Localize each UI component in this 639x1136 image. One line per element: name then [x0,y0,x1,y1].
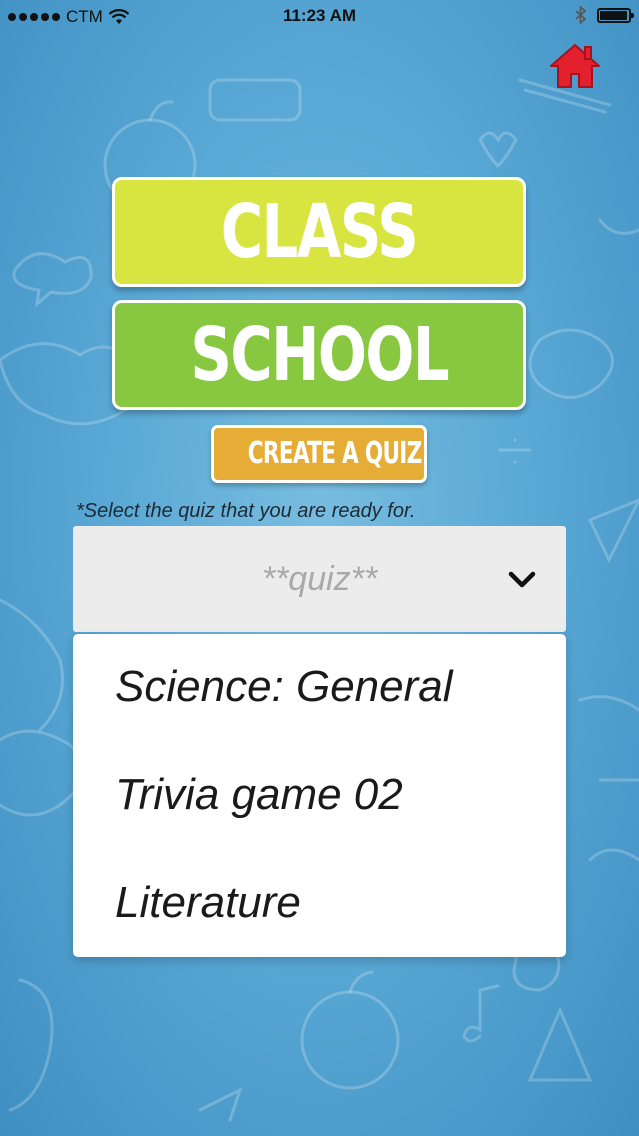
school-title: SCHOOL [112,300,526,410]
status-right [575,6,634,24]
class-title: CLASS [112,177,526,287]
dropdown-option-label: Literature [115,878,301,927]
home-button[interactable] [548,42,602,90]
dropdown-option-trivia-game-02[interactable]: Trivia game 02 [73,742,566,850]
school-title-label: SCHOOL [190,312,449,398]
battery-level [600,10,627,20]
dropdown-option-label: Trivia game 02 [115,770,403,819]
create-quiz-button[interactable]: CREATE A QUIZ [211,425,427,483]
create-quiz-label: CREATE A QUIZ [247,436,422,471]
status-bar: CTM 11:23 AM [0,0,639,34]
bluetooth-icon [575,6,587,24]
quiz-select[interactable]: **quiz** [73,526,566,632]
status-time: 11:23 AM [282,6,357,25]
instruction-text: *Select the quiz that you are ready for. [76,500,416,522]
quiz-select-placeholder: **quiz** [261,560,378,598]
chevron-down-icon [508,571,536,588]
battery-icon [597,7,634,23]
quiz-dropdown-menu: Science: General Trivia game 02 Literatu… [73,634,566,957]
dropdown-option-label: Science: General [115,662,453,711]
dropdown-option-literature[interactable]: Literature [73,850,566,958]
dropdown-option-science-general[interactable]: Science: General [73,634,566,742]
class-title-label: CLASS [220,189,419,275]
home-icon [550,44,600,88]
